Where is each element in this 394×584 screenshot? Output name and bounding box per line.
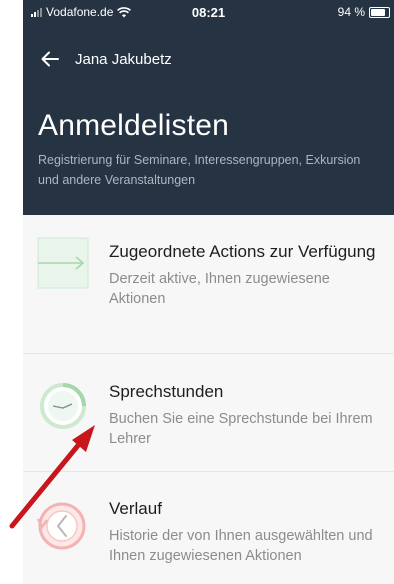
list-item-title: Verlauf [109,499,162,518]
list-item-title: Sprechstunden [109,382,224,401]
status-bar: Vodafone.de 08:21 94 % [23,0,394,24]
list-item-text: Zugeordnete Actions zur Verfügung Derzei… [109,240,384,309]
battery-icon [369,6,390,18]
user-name: Jana Jakubetz [75,50,172,68]
list-item-title: Zugeordnete Actions zur Verfügung [109,242,376,261]
battery-percent: 94 % [337,5,365,19]
battery-area: 94 % [338,5,390,19]
clock-icon [40,383,86,429]
list-item-text: Sprechstunden Buchen Sie eine Sprechstun… [109,380,384,449]
arrow-right-box-icon [37,237,89,289]
list-item-office-hours[interactable]: Sprechstunden Buchen Sie eine Sprechstun… [23,354,394,472]
list-item-history[interactable]: Verlauf Historie der von Ihnen ausgewähl… [23,472,394,584]
list-item-description: Derzeit aktive, Ihnen zugewiesene Aktion… [109,271,330,307]
list-item-description: Historie der von Ihnen ausgewählten und … [109,528,373,564]
back-button[interactable] [39,48,61,70]
app-header: Vodafone.de 08:21 94 % Jana Jakubetz Anm… [23,0,394,215]
page-title: Anmeldelisten [38,109,230,142]
list-item-description: Buchen Sie eine Sprechstunde bei Ihrem L… [109,411,373,447]
list-item-text: Verlauf Historie der von Ihnen ausgewähl… [109,497,384,566]
page-subtitle: Registrierung für Seminare, Interessengr… [38,153,361,187]
history-icon [36,502,86,550]
arrow-left-icon [41,51,59,67]
menu-list: Zugeordnete Actions zur Verfügung Derzei… [23,215,394,584]
app-screen: Vodafone.de 08:21 94 % Jana Jakubetz Anm… [23,0,394,584]
list-item-assigned-actions[interactable]: Zugeordnete Actions zur Verfügung Derzei… [23,215,394,354]
navigation-bar: Jana Jakubetz [23,44,394,74]
